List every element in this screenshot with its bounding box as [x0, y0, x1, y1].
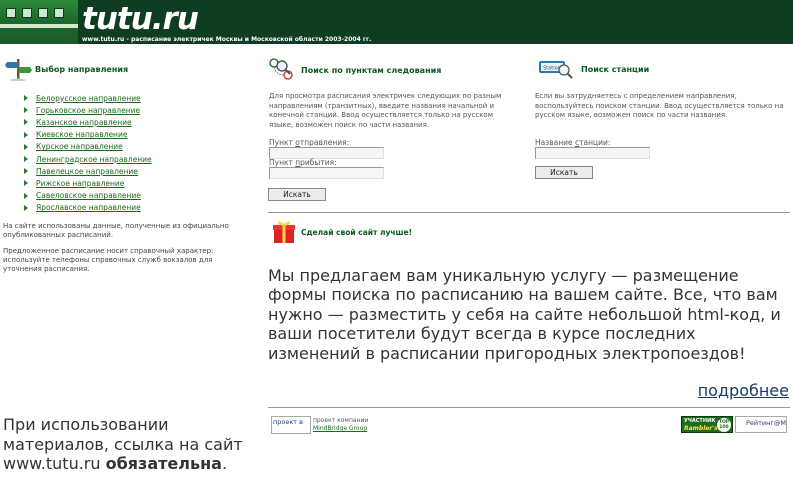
station-label: Название станции: — [535, 138, 610, 147]
bullet-icon — [24, 156, 28, 163]
direction-link[interactable]: Киевское направление — [36, 130, 127, 139]
signpost-icon — [5, 59, 32, 81]
rambler-badge-brand: Rambler's — [684, 425, 718, 432]
citation-bold: обязательна — [105, 454, 222, 473]
bullet-icon — [24, 95, 28, 102]
partner-link[interactable]: MindBridge Group — [313, 425, 367, 432]
bullet-icon — [24, 119, 28, 126]
direction-link[interactable]: Рижское направление — [36, 179, 124, 188]
gift-icon — [273, 221, 295, 243]
route-search-description: Для просмотра расписания электричек след… — [269, 92, 502, 129]
to-label-text: Пункт — [269, 158, 296, 167]
list-item: Киевское направление — [24, 129, 152, 141]
bullet-icon — [24, 204, 28, 211]
direction-link[interactable]: Савеловское направление — [36, 191, 141, 200]
direction-link[interactable]: Ленинградское направление — [36, 155, 152, 164]
list-item: Ленинградское направление — [24, 153, 152, 165]
train-window — [22, 8, 32, 18]
route-search-icon — [269, 58, 293, 80]
rambler-top100-badge[interactable]: УЧАСТНИК Rambler's TOP 100 — [681, 416, 733, 433]
direction-link[interactable]: Казанское направление — [36, 118, 132, 127]
route-search-header: Поиск по пунктам следования — [268, 57, 441, 83]
list-item: Казанское направление — [24, 116, 152, 128]
citation-note: При использовании материалов, ссылка на … — [3, 415, 263, 474]
site-header: tutu.ru www.tutu.ru - расписание электри… — [0, 0, 793, 44]
to-station-input[interactable] — [269, 167, 384, 179]
train-window — [6, 8, 16, 18]
station-name-input[interactable] — [535, 147, 650, 159]
train-stripe — [0, 24, 78, 28]
partner-image[interactable]: проект в — [271, 416, 311, 434]
station-search-description: Если вы затрудняетесь с определением нап… — [535, 92, 784, 119]
bullet-icon — [24, 107, 28, 114]
to-label-rest: рибытия: — [300, 158, 337, 167]
bullet-icon — [24, 180, 28, 187]
direction-link[interactable]: Белорусское направление — [36, 94, 141, 103]
train-window — [54, 8, 64, 18]
more-link[interactable]: подробнее — [698, 381, 789, 400]
promo-header: Сделай свой сайт лучше! — [272, 219, 412, 245]
station-label-rest: танции: — [579, 138, 611, 147]
bullet-icon — [24, 131, 28, 138]
to-label: Пункт прибытия: — [269, 158, 337, 167]
directions-title: Выбор направления — [35, 64, 129, 74]
divider — [268, 407, 790, 408]
bullet-icon — [24, 143, 28, 150]
partner-caption: проект компании — [313, 417, 369, 424]
station-search-button[interactable]: Искать — [535, 166, 593, 179]
header-subtitle: www.tutu.ru - расписание электричек Моск… — [82, 36, 372, 43]
partner-info: проект компании MindBridge Group — [313, 417, 368, 433]
rating-counter[interactable]: Рейтинг@Ма — [735, 416, 787, 433]
bullet-icon — [24, 192, 28, 199]
promo-title: Сделай свой сайт лучше! — [301, 227, 413, 237]
from-label-rest: тправления: — [299, 138, 350, 147]
route-search-title: Поиск по пунктам следования — [301, 65, 442, 75]
list-item: Ярославское направление — [24, 202, 152, 214]
list-item: Рижское направление — [24, 177, 152, 189]
disclaimer-note: Предложенное расписание носит справочный… — [3, 247, 214, 273]
station-label-text: Название — [535, 138, 576, 147]
train-window — [38, 8, 48, 18]
list-item: Белорусское направление — [24, 92, 152, 104]
directions-list: Белорусское направление Горьковское напр… — [24, 92, 152, 214]
list-item: Горьковское направление — [24, 104, 152, 116]
divider — [268, 212, 790, 213]
direction-link[interactable]: Курское направление — [36, 142, 123, 151]
list-item: Савеловское направление — [24, 190, 152, 202]
from-label-text: Пункт — [269, 138, 296, 147]
site-logo[interactable]: tutu.ru — [82, 1, 199, 37]
top100-icon: TOP 100 — [717, 418, 731, 432]
directions-header: Выбор направления — [5, 57, 128, 81]
station-search-title: Поиск станции — [581, 64, 650, 74]
promo-text: Мы предлагаем вам уникальную услугу — ра… — [268, 266, 781, 363]
citation-suffix: . — [221, 454, 228, 473]
list-item: Курское направление — [24, 141, 152, 153]
svg-text:Station: Station — [543, 66, 561, 72]
list-item: Павелецкое направление — [24, 165, 152, 177]
bullet-icon — [24, 168, 28, 175]
rambler-badge-label: УЧАСТНИК — [684, 418, 716, 424]
station-search-icon: Station — [539, 61, 573, 79]
from-label: Пункт отправления: — [269, 138, 349, 147]
data-source-note: На сайте использованы данные, полученные… — [3, 222, 229, 239]
direction-link[interactable]: Ярославское направление — [36, 203, 141, 212]
station-search-header: Station Поиск станции — [537, 57, 649, 81]
direction-link[interactable]: Горьковское направление — [36, 106, 140, 115]
train-image — [0, 0, 78, 44]
route-search-button[interactable]: Искать — [268, 188, 326, 201]
direction-link[interactable]: Павелецкое направление — [36, 167, 138, 176]
